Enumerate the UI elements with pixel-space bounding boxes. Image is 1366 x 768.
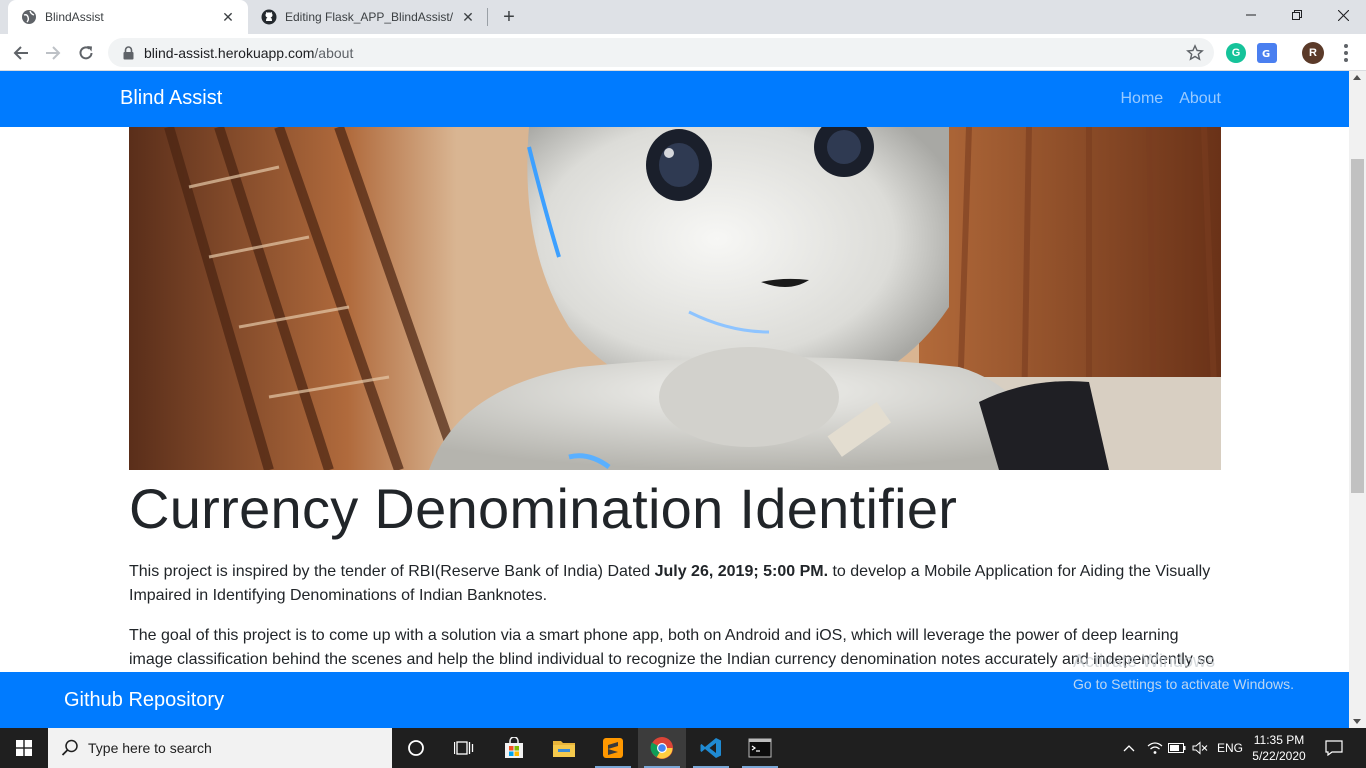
chrome-icon[interactable] — [638, 728, 686, 768]
intro-paragraph: This project is inspired by the tender o… — [129, 560, 1221, 608]
forward-arrow-icon[interactable] — [40, 40, 66, 66]
grammarly-extension-icon[interactable]: G — [1226, 43, 1246, 63]
close-tab-icon[interactable]: ✕ — [460, 9, 476, 25]
github-icon — [261, 9, 277, 25]
svg-text:G: G — [1262, 49, 1270, 60]
site-navbar: Blind Assist Home About — [0, 71, 1349, 127]
nav-home-link[interactable]: Home — [1121, 90, 1164, 108]
tab-blindassist[interactable]: BlindAssist ✕ — [8, 0, 248, 34]
browser-menu-icon[interactable] — [1340, 42, 1352, 64]
page-viewport: Blind Assist Home About Currency Denomin… — [0, 71, 1349, 728]
profile-avatar[interactable]: R — [1302, 42, 1324, 64]
bookmark-star-icon[interactable] — [1186, 44, 1204, 62]
taskbar-search-box[interactable]: Type here to search — [48, 728, 392, 768]
page-scrollbar[interactable] — [1349, 71, 1366, 728]
watermark-title: Activate Windows — [1073, 651, 1216, 671]
page-title: Currency Denomination Identifier — [129, 477, 958, 540]
wifi-icon[interactable] — [1144, 728, 1166, 768]
tab-title: Editing Flask_APP_BlindAssist/READ — [285, 10, 454, 24]
tender-date: July 26, 2019; 5:00 PM. — [654, 563, 829, 580]
new-tab-icon[interactable]: + — [498, 6, 520, 28]
profile-initial: R — [1309, 47, 1317, 59]
input-language[interactable]: ENG — [1213, 728, 1247, 768]
search-icon — [61, 739, 78, 756]
restore-icon[interactable] — [1274, 0, 1320, 30]
lock-icon[interactable] — [120, 45, 136, 61]
command-prompt-icon[interactable] — [736, 728, 784, 768]
url-text: blind-assist.herokuapp.com/about — [144, 45, 353, 61]
globe-icon — [21, 9, 37, 25]
activate-windows-watermark: Activate Windows Go to Settings to activ… — [1073, 651, 1294, 692]
clock-time: 11:35 PM — [1253, 733, 1305, 747]
nav-about-link[interactable]: About — [1179, 90, 1221, 108]
browser-tab-strip: BlindAssist ✕ Editing Flask_APP_BlindAss… — [0, 0, 1366, 34]
taskbar-clock[interactable]: 11:35 PM 5/22/2020 — [1247, 732, 1311, 764]
action-center-icon[interactable] — [1316, 728, 1352, 768]
task-view-icon[interactable] — [440, 728, 488, 768]
scrollbar-thumb[interactable] — [1351, 159, 1364, 493]
clock-date: 5/22/2020 — [1252, 749, 1306, 763]
search-placeholder: Type here to search — [88, 740, 212, 756]
github-repository-link[interactable]: Github Repository — [64, 689, 224, 712]
goal-paragraph: The goal of this project is to come up w… — [129, 627, 1215, 668]
scroll-down-arrow-icon[interactable] — [1353, 719, 1361, 724]
site-brand[interactable]: Blind Assist — [120, 87, 222, 110]
minimize-icon[interactable] — [1228, 0, 1274, 30]
microsoft-store-icon[interactable] — [490, 728, 538, 768]
hero-robot-image — [129, 127, 1221, 470]
close-tab-icon[interactable]: ✕ — [220, 9, 236, 25]
intro-text-start: This project is inspired by the tender o… — [129, 563, 655, 580]
browser-toolbar: blind-assist.herokuapp.com/about G G R — [0, 34, 1366, 71]
windows-start-icon[interactable] — [0, 728, 48, 768]
windows-taskbar: Type here to search ENG 11:35 PM 5/22/20… — [0, 728, 1366, 768]
url-host: blind-assist.herokuapp.com — [144, 44, 315, 61]
battery-icon[interactable] — [1166, 728, 1188, 768]
address-bar[interactable]: blind-assist.herokuapp.com/about — [108, 38, 1214, 67]
about-content: Currency Denomination Identifier This pr… — [129, 476, 1221, 688]
sublime-text-icon[interactable] — [589, 728, 637, 768]
translate-extension-icon[interactable]: G — [1257, 43, 1277, 63]
watermark-subtitle: Go to Settings to activate Windows. — [1073, 676, 1294, 692]
cortana-icon[interactable] — [392, 728, 440, 768]
file-explorer-icon[interactable] — [540, 728, 588, 768]
close-window-icon[interactable] — [1320, 0, 1366, 30]
reload-icon[interactable] — [73, 40, 99, 66]
show-hidden-icons-chevron-icon[interactable] — [1118, 728, 1140, 768]
scroll-up-arrow-icon[interactable] — [1353, 75, 1361, 80]
vscode-icon[interactable] — [687, 728, 735, 768]
nav-links: Home About — [1121, 90, 1222, 108]
back-arrow-icon[interactable] — [8, 40, 34, 66]
url-path: /about — [314, 44, 354, 61]
volume-muted-icon[interactable] — [1189, 728, 1211, 768]
tab-separator — [487, 8, 488, 26]
tab-github-editing[interactable]: Editing Flask_APP_BlindAssist/READ ✕ — [248, 0, 488, 34]
tab-title: BlindAssist — [45, 10, 104, 24]
